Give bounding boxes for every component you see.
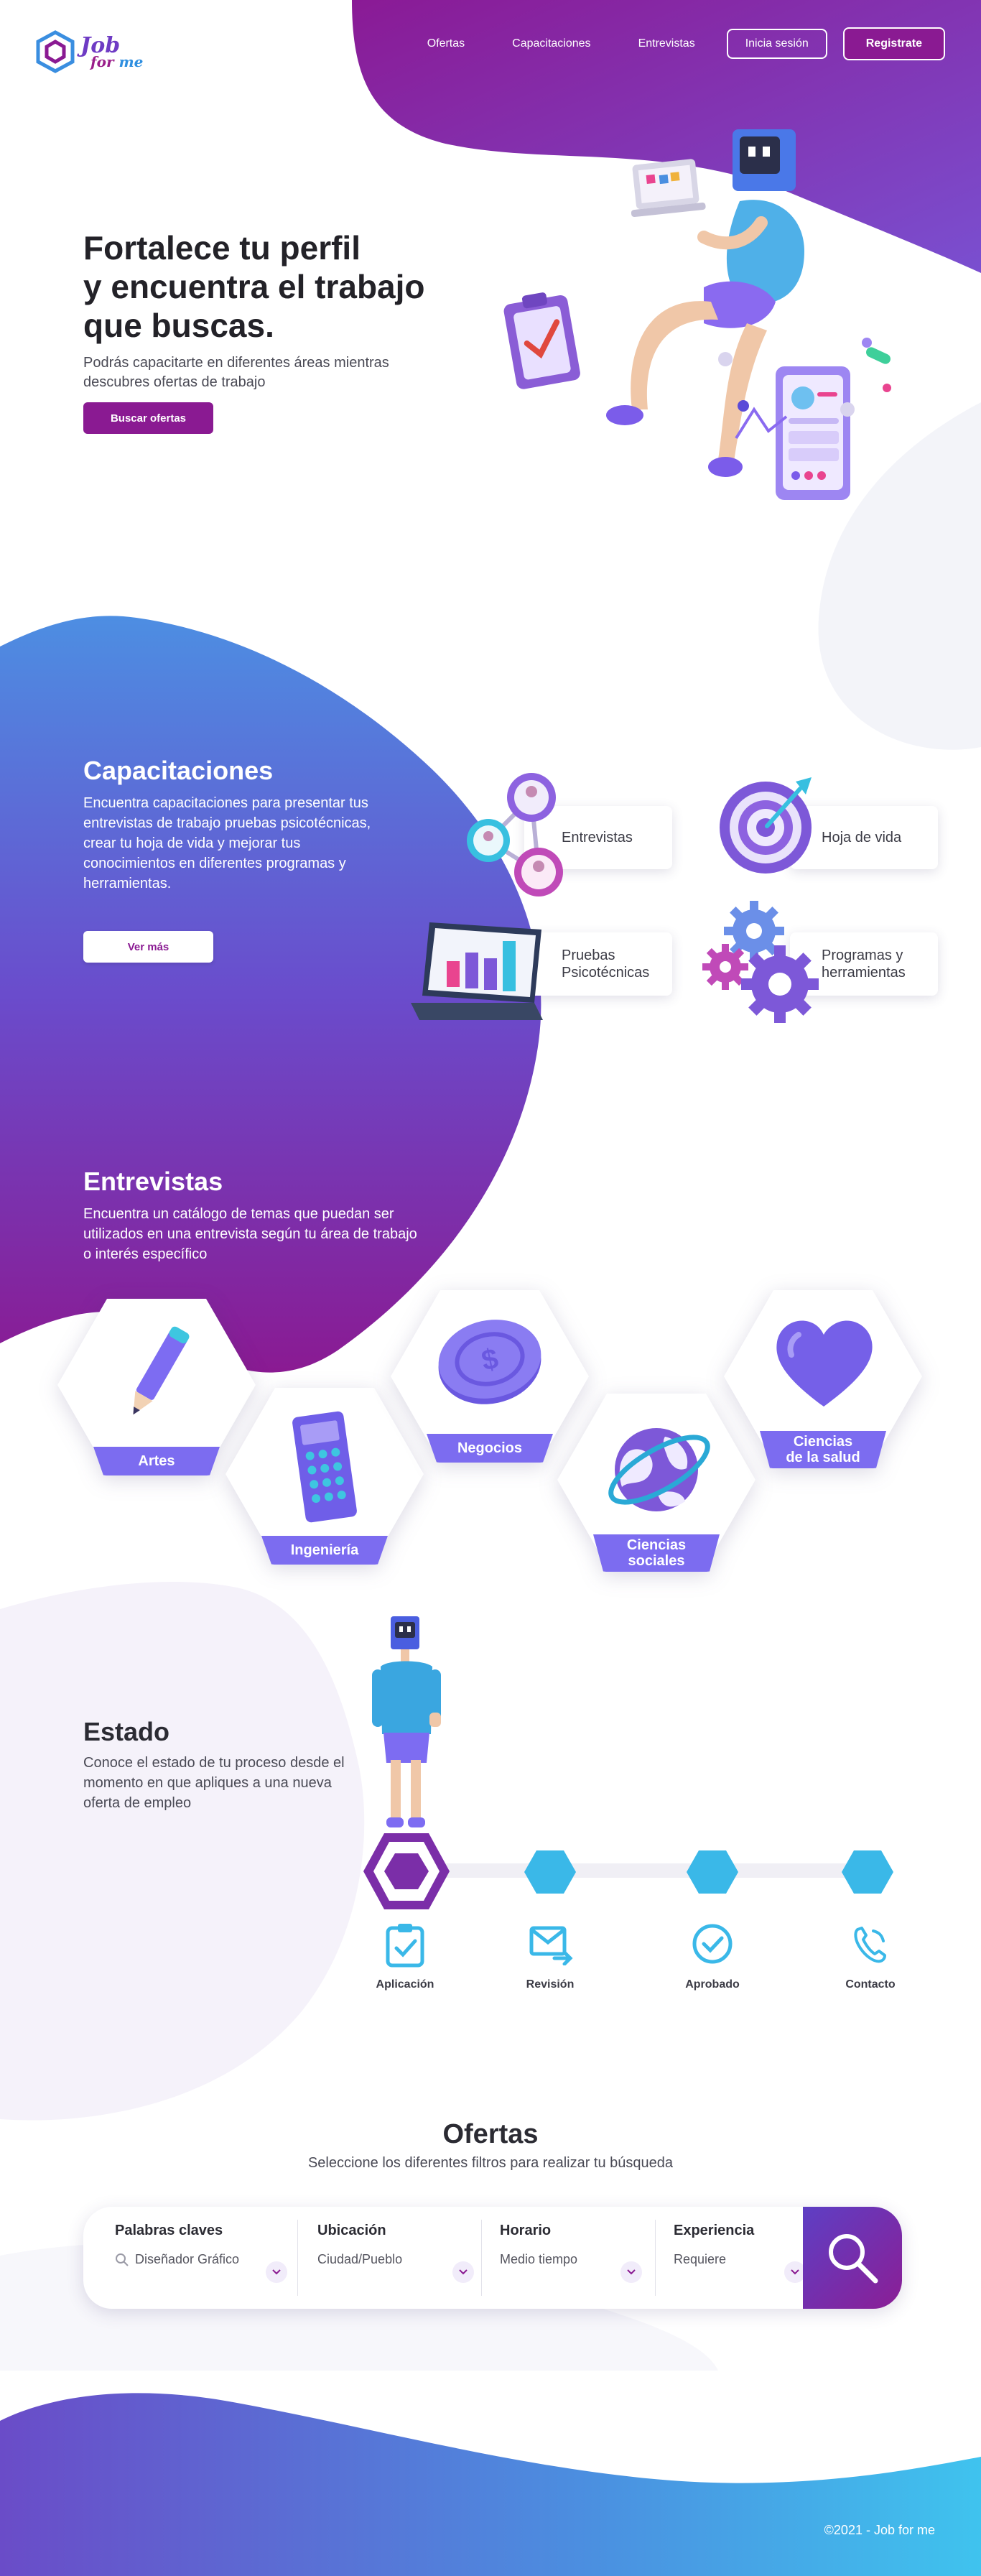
chevron-down-icon[interactable] xyxy=(620,2261,642,2283)
filter-schedule-value: Medio tiempo xyxy=(500,2252,578,2266)
gears-icon xyxy=(702,901,819,1023)
filter-divider xyxy=(297,2220,298,2296)
status-step-aprobado-label: Aprobado xyxy=(685,1978,740,1991)
filter-divider xyxy=(655,2220,656,2296)
clipboard-check-icon xyxy=(386,1924,424,1968)
topic-artes-label: Artes xyxy=(93,1447,220,1475)
coin-icon: $ xyxy=(438,1320,541,1404)
globe-icon xyxy=(608,1428,710,1511)
check-circle-icon xyxy=(692,1924,733,1964)
filter-experience-value: Requiere xyxy=(674,2252,727,2266)
status-step-aplicacion-label: Aplicación xyxy=(376,1978,434,1991)
estado-title: Estado xyxy=(83,1717,170,1746)
offers-search-bar: Palabras claves Diseñador Gráfico Ubicac… xyxy=(83,2207,902,2309)
filter-keywords[interactable]: Palabras claves Diseñador Gráfico xyxy=(115,2223,287,2293)
main-nav: Ofertas Capacitaciones Entrevistas Inici… xyxy=(412,27,945,60)
card-programas-label: Programas y herramientas xyxy=(822,948,906,981)
entrevistas-title: Entrevistas xyxy=(83,1167,223,1196)
filter-keywords-value: Diseñador Gráfico xyxy=(135,2252,240,2266)
calculator-icon xyxy=(292,1411,357,1523)
filter-divider xyxy=(481,2220,482,2296)
entrevistas-text: Encuentra un catálogo de temas que pueda… xyxy=(83,1206,417,1262)
chevron-down-icon[interactable] xyxy=(452,2261,474,2283)
target-icon xyxy=(720,777,812,874)
heart-icon xyxy=(776,1320,873,1407)
topic-ciencias-salud[interactable]: Ciencias de la salud xyxy=(724,1290,922,1468)
search-icon xyxy=(829,2234,878,2284)
pencil-icon xyxy=(133,1326,190,1415)
filter-experience[interactable]: Experiencia Requiere xyxy=(674,2223,806,2293)
ofertas-title: Ofertas xyxy=(442,2119,539,2149)
capacitaciones-text: Encuentra capacitaciones para presentar … xyxy=(83,795,371,891)
phone-icon xyxy=(854,1927,886,1963)
hero-title: Fortalece tu perfil y encuentra el traba… xyxy=(83,229,425,344)
filter-location-label: Ubicación xyxy=(317,2223,386,2238)
status-step-revision-marker xyxy=(524,1850,576,1894)
filter-location-value: Ciudad/Pueblo xyxy=(317,2252,403,2266)
standing-character-illustration xyxy=(372,1616,441,1827)
topic-negocios-label: Negocios xyxy=(427,1434,553,1463)
laptop-chart-icon xyxy=(411,922,543,1020)
mail-forward-icon xyxy=(529,1926,573,1965)
nav-entrevistas[interactable]: Entrevistas xyxy=(623,30,711,57)
nav-capacitaciones[interactable]: Capacitaciones xyxy=(496,30,606,57)
ofertas-subtitle: Seleccione los diferentes filtros para r… xyxy=(307,2155,674,2171)
status-step-revision-label: Revisión xyxy=(526,1978,575,1991)
filter-keywords-label: Palabras claves xyxy=(115,2223,223,2238)
filter-experience-label: Experiencia xyxy=(674,2223,755,2238)
filter-location[interactable]: Ubicación Ciudad/Pueblo xyxy=(317,2223,474,2293)
status-timeline-track xyxy=(402,1863,876,1878)
filter-schedule[interactable]: Horario Medio tiempo xyxy=(500,2223,642,2293)
hero-subtitle: Podrás capacitarte en diferentes áreas m… xyxy=(83,355,389,390)
status-step-aprobado-marker xyxy=(687,1850,738,1894)
search-icon xyxy=(116,2253,129,2266)
card-pruebas-label: Pruebas Psicotécnicas xyxy=(562,948,650,981)
nav-ofertas[interactable]: Ofertas xyxy=(412,30,480,57)
register-button[interactable]: Registrate xyxy=(842,27,945,60)
topic-ciencias-sociales-label: Ciencias sociales xyxy=(593,1534,720,1572)
search-submit-button[interactable] xyxy=(803,2207,902,2309)
footer-copyright: ©2021 - Job for me xyxy=(824,2523,935,2537)
filter-schedule-label: Horario xyxy=(500,2223,552,2238)
hero-character-illustration xyxy=(503,129,891,500)
status-step-aplicacion-marker xyxy=(363,1833,450,1909)
capacitaciones-title: Capacitaciones xyxy=(83,756,274,785)
search-offers-button[interactable]: Buscar ofertas xyxy=(83,402,213,434)
estado-text: Conoce el estado de tu proceso desde el … xyxy=(83,1755,345,1811)
chevron-down-icon[interactable] xyxy=(266,2261,287,2283)
logo-word-job: Job xyxy=(80,32,121,58)
login-button[interactable]: Inicia sesión xyxy=(726,29,827,59)
logo-word-forme: for me xyxy=(90,52,144,70)
people-network-icon xyxy=(467,773,563,896)
ver-mas-button[interactable]: Ver más xyxy=(83,931,213,963)
status-step-contacto-label: Contacto xyxy=(845,1978,896,1991)
logo-hexagon-icon xyxy=(36,30,75,73)
card-hoja-de-vida-label: Hoja de vida xyxy=(822,829,902,845)
topic-ciencias-salud-label: Ciencias de la salud xyxy=(760,1431,886,1468)
card-entrevistas-label: Entrevistas xyxy=(562,829,633,845)
logo[interactable]: Job for me xyxy=(36,30,143,73)
status-step-contacto-marker xyxy=(842,1850,893,1894)
topic-ingenieria-label: Ingeniería xyxy=(261,1536,388,1565)
